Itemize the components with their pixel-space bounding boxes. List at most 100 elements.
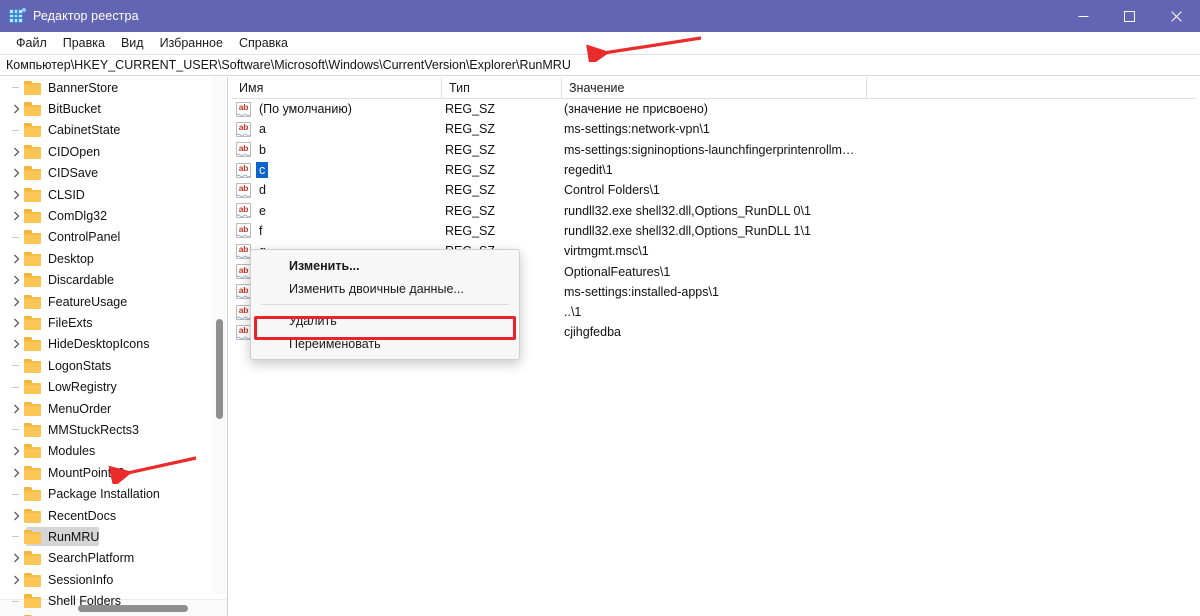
chevron-right-icon[interactable] [8, 206, 24, 227]
context-menu-item-3[interactable]: Удалить [251, 309, 519, 332]
sidebar-item-bitbucket[interactable]: BitBucket [0, 98, 212, 119]
menu-file[interactable]: Файл [8, 34, 55, 53]
folder-icon [24, 551, 41, 565]
table-row[interactable]: ab(По умолчанию)REG_SZ(значение не присв… [232, 99, 1197, 119]
tree-vertical-scrollbar[interactable] [212, 77, 226, 594]
sidebar-item-sessioninfo[interactable]: SessionInfo [0, 569, 212, 590]
chevron-right-icon[interactable] [8, 99, 24, 120]
sidebar-item-label: FileExts [48, 316, 92, 330]
column-header-name[interactable]: Имя [232, 77, 442, 98]
folder-icon [24, 594, 41, 608]
menu-favorites[interactable]: Избранное [152, 34, 231, 53]
context-menu-item-1[interactable]: Изменить... [251, 254, 519, 277]
sidebar-item-menuorder[interactable]: MenuOrder [0, 398, 212, 419]
close-icon[interactable] [1152, 0, 1200, 32]
value-type: REG_SZ [445, 163, 495, 177]
sidebar-item-featureusage[interactable]: FeatureUsage [0, 291, 212, 312]
folder-icon [24, 123, 41, 137]
sidebar-item-fileexts[interactable]: FileExts [0, 312, 212, 333]
tree-branch-line [8, 377, 24, 398]
column-header-type[interactable]: Тип [442, 77, 562, 98]
value-name: c [256, 162, 268, 178]
sidebar-item-package-installation[interactable]: Package Installation [0, 483, 212, 504]
chevron-right-icon[interactable] [8, 505, 24, 526]
sidebar-item-label: MenuOrder [48, 402, 111, 416]
chevron-right-icon[interactable] [8, 163, 24, 184]
folder-icon [24, 145, 41, 159]
main-content: BannerStore BitBucket CabinetState CIDOpen C… [0, 77, 1200, 616]
value-data: regedit\1 [564, 163, 613, 177]
sidebar-item-hidedesktopicons[interactable]: HideDesktopIcons [0, 334, 212, 355]
tree-vertical-scroll-thumb[interactable] [216, 319, 223, 419]
menu-view[interactable]: Вид [113, 34, 152, 53]
sidebar-item-label: Discardable [48, 273, 114, 287]
sidebar-item-label: FeatureUsage [48, 295, 127, 309]
folder-icon [24, 273, 41, 287]
sidebar-item-clsid[interactable]: CLSID [0, 184, 212, 205]
sidebar-item-label: BannerStore [48, 81, 118, 95]
window-controls [1060, 0, 1200, 32]
sidebar-item-discardable[interactable]: Discardable [0, 270, 212, 291]
sidebar-item-label: ControlPanel [48, 230, 120, 244]
folder-icon [24, 444, 41, 458]
table-row[interactable]: abeREG_SZrundll32.exe shell32.dll,Option… [232, 200, 1197, 220]
sidebar-item-label: MMStuckRects3 [48, 423, 139, 437]
address-path: Компьютер\HKEY_CURRENT_USER\Software\Mic… [6, 58, 571, 72]
chevron-right-icon[interactable] [8, 462, 24, 483]
menu-help[interactable]: Справка [231, 34, 296, 53]
context-menu-item-4[interactable]: Переименовать [251, 332, 519, 355]
value-data: virtmgmt.msc\1 [564, 244, 649, 258]
sidebar-item-label: CIDOpen [48, 145, 100, 159]
folder-icon [24, 573, 41, 587]
sidebar-item-bannerstore[interactable]: BannerStore [0, 77, 212, 98]
chevron-right-icon[interactable] [8, 248, 24, 269]
sidebar-item-label: BitBucket [48, 102, 101, 116]
sidebar-item-mmstuckrects3[interactable]: MMStuckRects3 [0, 419, 212, 440]
value-name: b [256, 142, 269, 158]
chevron-right-icon[interactable] [8, 548, 24, 569]
folder-icon [24, 295, 41, 309]
table-row[interactable]: abcREG_SZregedit\1 [232, 160, 1197, 180]
chevron-right-icon[interactable] [8, 291, 24, 312]
value-type: REG_SZ [445, 183, 495, 197]
chevron-right-icon[interactable] [8, 441, 24, 462]
sidebar-item-label: HideDesktopIcons [48, 337, 149, 351]
table-row[interactable]: abbREG_SZms-settings:signinoptions-launc… [232, 140, 1197, 160]
minimize-icon[interactable] [1060, 0, 1106, 32]
chevron-right-icon[interactable] [8, 569, 24, 590]
chevron-right-icon[interactable] [8, 334, 24, 355]
sidebar-item-desktop[interactable]: Desktop [0, 248, 212, 269]
table-row[interactable]: abaREG_SZms-settings:network-vpn\1 [232, 119, 1197, 139]
value-name: f [256, 223, 265, 239]
sidebar-item-label: Desktop [48, 252, 94, 266]
context-menu-item-2[interactable]: Изменить двоичные данные... [251, 277, 519, 300]
column-header-value[interactable]: Значение [562, 77, 867, 98]
sidebar-item-cabinetstate[interactable]: CabinetState [0, 120, 212, 141]
value-type: REG_SZ [445, 102, 495, 116]
menu-edit[interactable]: Правка [55, 34, 113, 53]
sidebar-item-comdlg32[interactable]: ComDlg32 [0, 205, 212, 226]
maximize-icon[interactable] [1106, 0, 1152, 32]
table-row[interactable]: abdREG_SZControl Folders\1 [232, 180, 1197, 200]
string-value-icon: ab [236, 203, 251, 218]
folder-icon [24, 380, 41, 394]
sidebar-item-logonstats[interactable]: LogonStats [0, 355, 212, 376]
sidebar-item-cidsave[interactable]: CIDSave [0, 163, 212, 184]
chevron-right-icon[interactable] [8, 270, 24, 291]
sidebar-item-lowregistry[interactable]: LowRegistry [0, 376, 212, 397]
sidebar-item-searchplatform[interactable]: SearchPlatform [0, 548, 212, 569]
folder-icon [24, 188, 41, 202]
sidebar-item-recentdocs[interactable]: RecentDocs [0, 505, 212, 526]
tree-branch-line [8, 419, 24, 440]
chevron-right-icon[interactable] [8, 398, 24, 419]
sidebar-item-runmru[interactable]: RunMRU [0, 526, 212, 547]
sidebar-item-controlpanel[interactable]: ControlPanel [0, 227, 212, 248]
chevron-right-icon[interactable] [8, 184, 24, 205]
value-type: REG_SZ [445, 204, 495, 218]
sidebar-item-label: CLSID [48, 188, 85, 202]
chevron-right-icon[interactable] [8, 141, 24, 162]
sidebar-item-cidopen[interactable]: CIDOpen [0, 141, 212, 162]
chevron-right-icon[interactable] [8, 312, 24, 333]
string-value-icon: ab [236, 325, 251, 340]
table-row[interactable]: abfREG_SZrundll32.exe shell32.dll,Option… [232, 221, 1197, 241]
